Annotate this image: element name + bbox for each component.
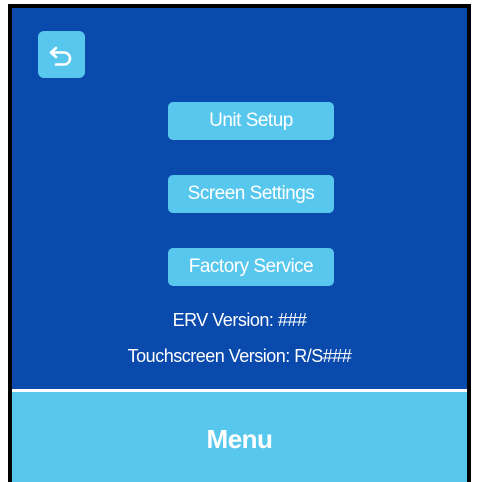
device-screen: Unit Setup Screen Settings Factory Servi… bbox=[8, 4, 471, 482]
main-panel: Unit Setup Screen Settings Factory Servi… bbox=[12, 8, 467, 389]
footer-bar: Menu bbox=[12, 392, 467, 482]
back-arrow-icon bbox=[49, 46, 71, 66]
page-title: Menu bbox=[206, 423, 273, 454]
erv-version-label: ERV Version: ### bbox=[172, 310, 307, 330]
touchscreen-version-label: Touchscreen Version: R/S### bbox=[127, 346, 352, 366]
screen-settings-button[interactable]: Screen Settings bbox=[168, 175, 334, 213]
factory-service-button[interactable]: Factory Service bbox=[168, 248, 334, 286]
back-button[interactable] bbox=[38, 31, 85, 78]
unit-setup-button[interactable]: Unit Setup bbox=[168, 102, 334, 140]
